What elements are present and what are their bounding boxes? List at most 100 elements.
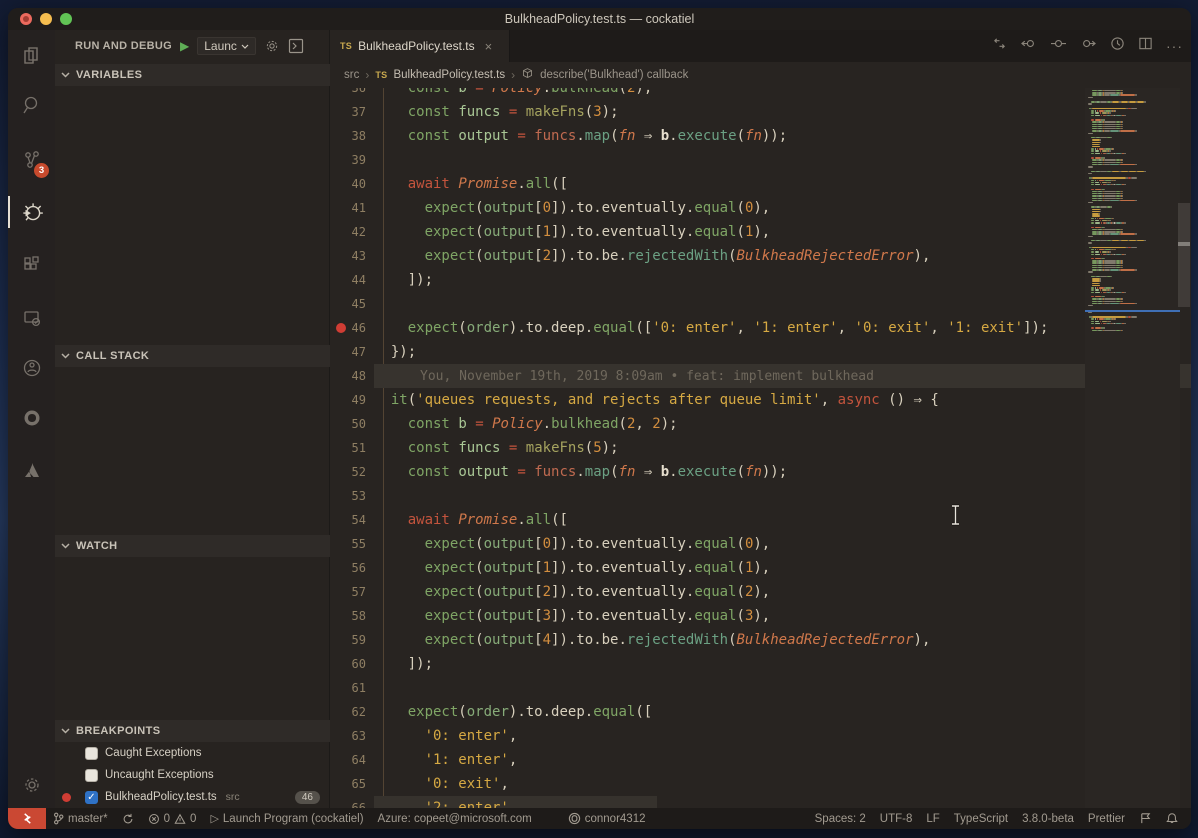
settings-gear-icon[interactable] bbox=[8, 765, 55, 805]
code-text[interactable]: '1: enter', bbox=[374, 748, 1191, 772]
code-line-55[interactable]: 55 expect(output[0]).to.eventually.equal… bbox=[330, 532, 1191, 556]
breakpoints-section-header[interactable]: BREAKPOINTS bbox=[55, 720, 330, 742]
code-text[interactable]: expect(output[0]).to.eventually.equal(0)… bbox=[374, 532, 1191, 556]
code-text[interactable]: expect(output[4]).to.be.rejectedWith(Bul… bbox=[374, 628, 1191, 652]
breakpoint-caught-exceptions[interactable]: Caught Exceptions bbox=[55, 742, 330, 764]
code-text[interactable]: expect(output[0]).to.eventually.equal(0)… bbox=[374, 196, 1191, 220]
gutter[interactable]: 46 bbox=[330, 316, 374, 340]
split-editor-icon[interactable] bbox=[1138, 36, 1153, 56]
code-line-59[interactable]: 59 expect(output[4]).to.be.rejectedWith(… bbox=[330, 628, 1191, 652]
code-line-63[interactable]: 63 '0: enter', bbox=[330, 724, 1191, 748]
code-text[interactable] bbox=[374, 292, 1191, 316]
search-icon[interactable] bbox=[8, 85, 55, 125]
code-text[interactable]: await Promise.all([ bbox=[374, 172, 1191, 196]
code-text[interactable]: }); bbox=[374, 340, 1191, 364]
run-and-debug-icon[interactable] bbox=[8, 192, 55, 232]
gutter[interactable]: 58 bbox=[330, 604, 374, 628]
gutter[interactable]: 50 bbox=[330, 412, 374, 436]
code-editor[interactable]: 36 const b = Policy.bulkhead(2);37 const… bbox=[330, 88, 1191, 808]
code-line-64[interactable]: 64 '1: enter', bbox=[330, 748, 1191, 772]
remote-indicator[interactable] bbox=[8, 808, 46, 829]
formatter-status[interactable]: Prettier bbox=[1081, 813, 1132, 825]
breadcrumb-file[interactable]: BulkheadPolicy.test.ts bbox=[393, 69, 505, 81]
gutter[interactable]: 57 bbox=[330, 580, 374, 604]
code-text[interactable]: expect(order).to.deep.equal(['0: enter',… bbox=[374, 316, 1191, 340]
checkbox-unchecked[interactable] bbox=[85, 769, 98, 782]
code-text[interactable]: await Promise.all([ bbox=[374, 508, 1191, 532]
code-line-65[interactable]: 65 '0: exit', bbox=[330, 772, 1191, 796]
previous-change-icon[interactable] bbox=[1020, 36, 1037, 56]
code-text[interactable]: const output = funcs.map(fn ⇒ b.execute(… bbox=[374, 460, 1191, 484]
eol-status[interactable]: LF bbox=[919, 813, 946, 825]
code-line-61[interactable]: 61 bbox=[330, 676, 1191, 700]
explorer-icon[interactable] bbox=[8, 35, 55, 75]
github-account-status[interactable]: connor4312 bbox=[561, 812, 653, 825]
code-line-44[interactable]: 44 ]); bbox=[330, 268, 1191, 292]
code-line-50[interactable]: 50 const b = Policy.bulkhead(2, 2); bbox=[330, 412, 1191, 436]
gutter[interactable]: 54 bbox=[330, 508, 374, 532]
minimap[interactable] bbox=[1085, 88, 1180, 808]
breakpoint-dot-icon[interactable] bbox=[336, 323, 346, 333]
code-text[interactable]: expect(output[1]).to.eventually.equal(1)… bbox=[374, 556, 1191, 580]
file-history-icon[interactable] bbox=[1110, 36, 1125, 56]
checkbox-unchecked[interactable] bbox=[85, 747, 98, 760]
gutter[interactable]: 42 bbox=[330, 220, 374, 244]
sync-icon[interactable] bbox=[115, 813, 141, 825]
code-text[interactable] bbox=[374, 148, 1191, 172]
gutter[interactable]: 43 bbox=[330, 244, 374, 268]
notifications-bell-icon[interactable] bbox=[1159, 812, 1185, 825]
code-line-49[interactable]: 49 it('queues requests, and rejects afte… bbox=[330, 388, 1191, 412]
tab-bulkheadpolicy-test[interactable]: TS BulkheadPolicy.test.ts × bbox=[330, 30, 510, 62]
zoom-window-button[interactable] bbox=[60, 13, 72, 25]
source-control-icon[interactable]: 3 bbox=[8, 140, 55, 180]
code-text[interactable]: const funcs = makeFns(5); bbox=[374, 436, 1191, 460]
code-text[interactable]: '2: enter' bbox=[374, 796, 1191, 808]
gutter[interactable]: 62 bbox=[330, 700, 374, 724]
code-line-47[interactable]: 47 }); bbox=[330, 340, 1191, 364]
gutter[interactable]: 36 bbox=[330, 88, 374, 100]
extensions-icon[interactable] bbox=[8, 245, 55, 285]
code-line-46[interactable]: 46 expect(order).to.deep.equal(['0: ente… bbox=[330, 316, 1191, 340]
code-line-45[interactable]: 45 bbox=[330, 292, 1191, 316]
code-text[interactable]: it('queues requests, and rejects after q… bbox=[374, 388, 1191, 412]
breadcrumb-symbol[interactable]: describe('Bulkhead') callback bbox=[540, 69, 688, 81]
gutter[interactable]: 55 bbox=[330, 532, 374, 556]
gutter[interactable]: 53 bbox=[330, 484, 374, 508]
launch-config-select[interactable]: Launc bbox=[197, 37, 256, 55]
code-text[interactable]: '0: enter', bbox=[374, 724, 1191, 748]
code-text[interactable]: '0: exit', bbox=[374, 772, 1191, 796]
close-tab-icon[interactable]: × bbox=[485, 39, 493, 54]
code-text[interactable]: const b = Policy.bulkhead(2); bbox=[374, 88, 1191, 100]
encoding-status[interactable]: UTF-8 bbox=[873, 813, 920, 825]
gutter[interactable]: 44 bbox=[330, 268, 374, 292]
gutter[interactable]: 45 bbox=[330, 292, 374, 316]
minimize-window-button[interactable] bbox=[40, 13, 52, 25]
code-text[interactable] bbox=[374, 484, 1191, 508]
code-line-56[interactable]: 56 expect(output[1]).to.eventually.equal… bbox=[330, 556, 1191, 580]
gutter[interactable]: 49 bbox=[330, 388, 374, 412]
git-branch-status[interactable]: master* bbox=[46, 812, 115, 825]
gutter[interactable]: 59 bbox=[330, 628, 374, 652]
code-line-60[interactable]: 60 ]); bbox=[330, 652, 1191, 676]
indentation-status[interactable]: Spaces: 2 bbox=[808, 813, 873, 825]
code-line-41[interactable]: 41 expect(output[0]).to.eventually.equal… bbox=[330, 196, 1191, 220]
breakpoint-file-row[interactable]: ✓ BulkheadPolicy.test.ts src 46 bbox=[55, 786, 330, 808]
code-line-54[interactable]: 54 await Promise.all([ bbox=[330, 508, 1191, 532]
ts-version-status[interactable]: 3.8.0-beta bbox=[1015, 813, 1081, 825]
breakpoint-uncaught-exceptions[interactable]: Uncaught Exceptions bbox=[55, 764, 330, 786]
debug-console-icon[interactable] bbox=[288, 38, 304, 54]
code-line-39[interactable]: 39 bbox=[330, 148, 1191, 172]
code-line-52[interactable]: 52 const output = funcs.map(fn ⇒ b.execu… bbox=[330, 460, 1191, 484]
code-line-38[interactable]: 38 const output = funcs.map(fn ⇒ b.execu… bbox=[330, 124, 1191, 148]
code-text[interactable]: const output = funcs.map(fn ⇒ b.execute(… bbox=[374, 124, 1191, 148]
close-window-button[interactable] bbox=[20, 13, 32, 25]
scrollbar-slider[interactable] bbox=[1178, 203, 1190, 307]
code-text[interactable]: You, November 19th, 2019 8:09am • feat: … bbox=[374, 364, 1191, 388]
code-line-58[interactable]: 58 expect(output[3]).to.eventually.equal… bbox=[330, 604, 1191, 628]
code-text[interactable]: expect(order).to.deep.equal([ bbox=[374, 700, 1191, 724]
code-line-43[interactable]: 43 expect(output[2]).to.be.rejectedWith(… bbox=[330, 244, 1191, 268]
code-text[interactable] bbox=[374, 676, 1191, 700]
code-text[interactable]: expect(output[1]).to.eventually.equal(1)… bbox=[374, 220, 1191, 244]
code-line-66[interactable]: 66 '2: enter' bbox=[330, 796, 1191, 808]
breadcrumb-folder[interactable]: src bbox=[344, 69, 359, 81]
